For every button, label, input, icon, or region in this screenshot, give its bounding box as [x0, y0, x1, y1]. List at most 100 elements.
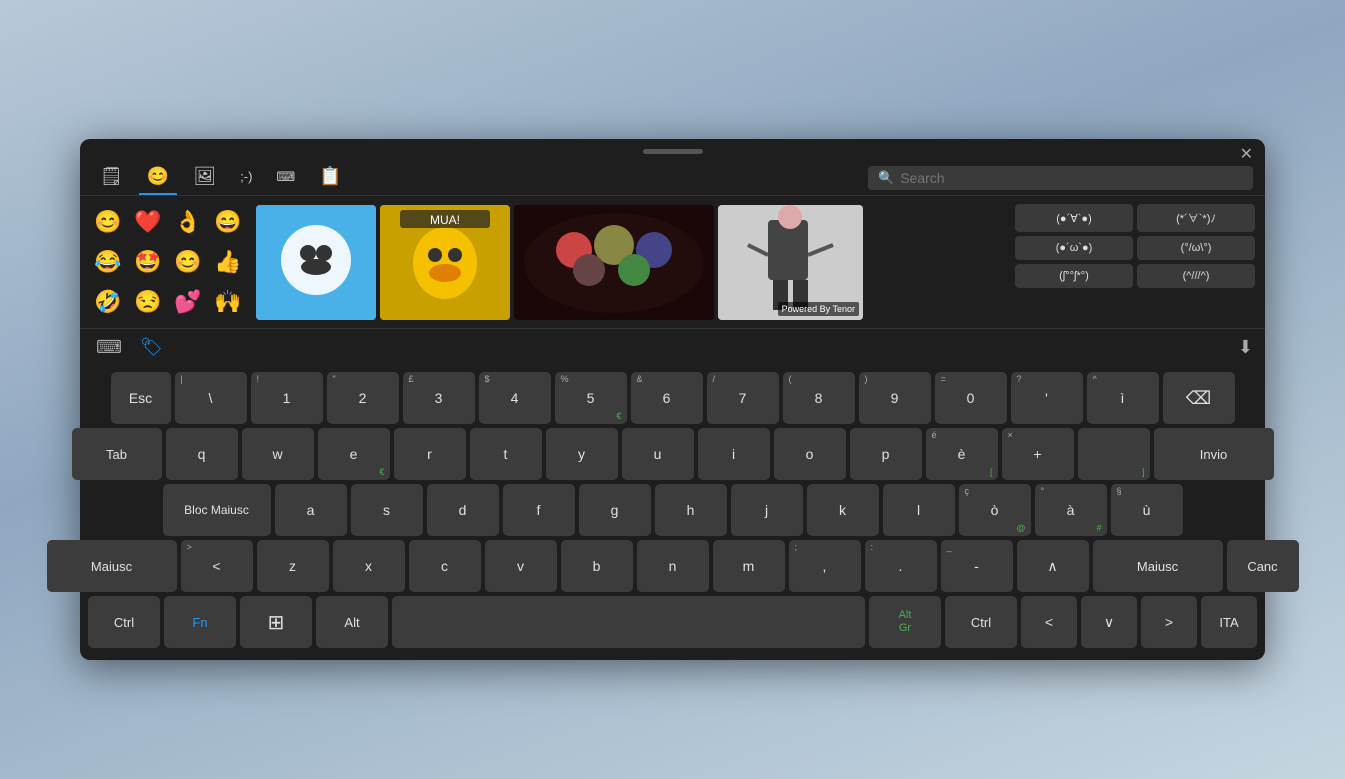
key-g[interactable]: g	[579, 484, 651, 536]
key-5[interactable]: %5€	[555, 372, 627, 424]
key-k[interactable]: k	[807, 484, 879, 536]
kaomoji-btn-6[interactable]: (^///^)	[1137, 264, 1255, 288]
key-plus[interactable]: ×+	[1002, 428, 1074, 480]
key-ugrave[interactable]: §ù	[1111, 484, 1183, 536]
key-fn[interactable]: Fn	[164, 596, 236, 648]
key-ctrl-right[interactable]: Ctrl	[945, 596, 1017, 648]
key-shift-left[interactable]: Maiusc	[47, 540, 177, 592]
tab-recents[interactable]: 🗒	[92, 160, 131, 195]
key-s[interactable]: s	[351, 484, 423, 536]
key-comma[interactable]: ;,	[789, 540, 861, 592]
key-z[interactable]: z	[257, 540, 329, 592]
kaomoji-btn-1[interactable]: (●´∀`●)	[1015, 204, 1133, 232]
key-lt[interactable]: ><	[181, 540, 253, 592]
key-p[interactable]: p	[850, 428, 922, 480]
key-w[interactable]: w	[242, 428, 314, 480]
key-n[interactable]: n	[637, 540, 709, 592]
key-ctrl-left[interactable]: Ctrl	[88, 596, 160, 648]
key-6[interactable]: &6	[631, 372, 703, 424]
emoji-cell[interactable]: 😂	[90, 244, 126, 280]
key-apostrophe[interactable]: ?'	[1011, 372, 1083, 424]
key-tab[interactable]: Tab	[72, 428, 162, 480]
key-down[interactable]: ∨	[1081, 596, 1137, 648]
keyboard-toolbar-icon[interactable]: ⌨	[92, 333, 126, 362]
emoji-cell[interactable]: 😒	[130, 284, 166, 320]
key-left[interactable]: <	[1021, 596, 1077, 648]
key-v[interactable]: v	[485, 540, 557, 592]
key-y[interactable]: y	[546, 428, 618, 480]
key-x[interactable]: x	[333, 540, 405, 592]
key-agrave[interactable]: °à#	[1035, 484, 1107, 536]
key-u[interactable]: u	[622, 428, 694, 480]
key-7[interactable]: /7	[707, 372, 779, 424]
key-8[interactable]: (8	[783, 372, 855, 424]
key-shift-right[interactable]: Maiusc	[1093, 540, 1223, 592]
tab-emoji[interactable]: 😊	[139, 160, 177, 195]
key-canc[interactable]: Canc	[1227, 540, 1299, 592]
emoji-cell[interactable]: 🤩	[130, 244, 166, 280]
key-t[interactable]: t	[470, 428, 542, 480]
key-altgr[interactable]: AltGr	[869, 596, 941, 648]
sticker-toolbar-icon[interactable]: 🏷	[136, 333, 167, 362]
emoji-cell[interactable]: 😄	[210, 204, 246, 240]
key-l[interactable]: l	[883, 484, 955, 536]
key-minus[interactable]: _-	[941, 540, 1013, 592]
download-icon[interactable]: ⬇	[1238, 337, 1253, 358]
key-j[interactable]: j	[731, 484, 803, 536]
key-period[interactable]: :.	[865, 540, 937, 592]
emoji-cell[interactable]: 🙌	[210, 284, 246, 320]
key-e[interactable]: e€	[318, 428, 390, 480]
kaomoji-btn-5[interactable]: (ʃ°°ʃ*°)	[1015, 264, 1133, 288]
emoji-cell[interactable]: ❤️	[130, 204, 166, 240]
gif-item-1[interactable]	[256, 205, 376, 320]
kaomoji-btn-3[interactable]: (●´ω`●)	[1015, 236, 1133, 260]
key-f[interactable]: f	[503, 484, 575, 536]
key-up[interactable]: ∧	[1017, 540, 1089, 592]
key-d[interactable]: d	[427, 484, 499, 536]
key-win[interactable]: ⊞	[240, 596, 312, 648]
key-9[interactable]: )9	[859, 372, 931, 424]
kaomoji-btn-2[interactable]: (*´∀`*)ﾉ	[1137, 204, 1255, 232]
key-egrave[interactable]: éè[	[926, 428, 998, 480]
key-h[interactable]: h	[655, 484, 727, 536]
key-0[interactable]: =0	[935, 372, 1007, 424]
emoji-cell[interactable]: 👍	[210, 244, 246, 280]
tab-kaomoji[interactable]: 🖼	[185, 160, 224, 195]
key-alt[interactable]: Alt	[316, 596, 388, 648]
tab-emoticons[interactable]: ;-)	[232, 163, 260, 192]
key-c[interactable]: c	[409, 540, 481, 592]
key-igrave[interactable]: ^ì	[1087, 372, 1159, 424]
key-ita[interactable]: ITA	[1201, 596, 1257, 648]
key-enter[interactable]: Invio	[1154, 428, 1274, 480]
emoji-cell[interactable]: 💕	[170, 284, 206, 320]
key-a[interactable]: a	[275, 484, 347, 536]
key-caps[interactable]: Bloc Maiusc	[163, 484, 271, 536]
emoji-cell[interactable]: 😊	[90, 204, 126, 240]
kaomoji-btn-4[interactable]: (°/ω\°)	[1137, 236, 1255, 260]
key-4[interactable]: $4	[479, 372, 551, 424]
emoji-cell[interactable]: 🤣	[90, 284, 126, 320]
key-b[interactable]: b	[561, 540, 633, 592]
key-bracket[interactable]: ]	[1078, 428, 1150, 480]
key-backspace[interactable]: ⌫	[1163, 372, 1235, 424]
key-2[interactable]: "2	[327, 372, 399, 424]
key-3[interactable]: £3	[403, 372, 475, 424]
search-input[interactable]	[900, 170, 1243, 186]
gif-item-3[interactable]	[514, 205, 714, 320]
key-esc[interactable]: Esc	[111, 372, 171, 424]
tab-symbols[interactable]: ⌨	[268, 163, 303, 193]
key-o[interactable]: o	[774, 428, 846, 480]
key-ograve[interactable]: çò@	[959, 484, 1031, 536]
key-r[interactable]: r	[394, 428, 466, 480]
key-backslash[interactable]: |\	[175, 372, 247, 424]
key-1[interactable]: !1	[251, 372, 323, 424]
key-q[interactable]: q	[166, 428, 238, 480]
key-i[interactable]: i	[698, 428, 770, 480]
key-right[interactable]: >	[1141, 596, 1197, 648]
gif-item-2[interactable]: MUA!	[380, 205, 510, 320]
tab-clipboard[interactable]: 📋	[311, 160, 349, 195]
key-space[interactable]	[392, 596, 865, 648]
gif-item-4[interactable]: Powered By Tenor	[718, 205, 863, 320]
emoji-cell[interactable]: 😊	[170, 244, 206, 280]
emoji-cell[interactable]: 👌	[170, 204, 206, 240]
